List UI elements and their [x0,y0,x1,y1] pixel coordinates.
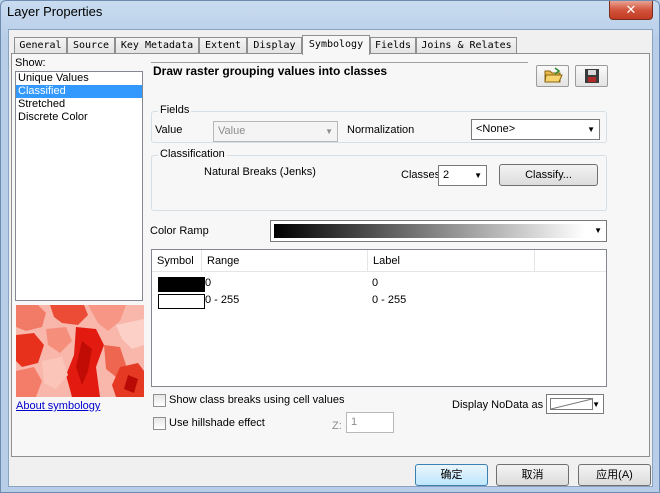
list-item-unique-values[interactable]: Unique Values [16,72,142,85]
classes-label: Classes [401,169,441,181]
show-label: Show: [15,57,46,69]
classification-method: Natural Breaks (Jenks) [204,166,316,178]
class-table[interactable]: Symbol Range Label 0 0 0 - 255 0 - 255 [151,249,607,387]
label-cell[interactable]: 0 [372,277,378,289]
tab-key-metadata[interactable]: Key Metadata [115,37,199,54]
chevron-down-icon: ▼ [587,125,595,134]
column-label[interactable]: Label [368,250,535,272]
folder-open-icon [544,67,563,83]
table-header: Symbol Range Label [152,250,606,272]
fields-legend: Fields [158,104,192,116]
chevron-down-icon: ▼ [592,400,600,409]
window-title: Layer Properties [7,4,103,19]
nodata-swatch-icon [550,398,593,410]
symbology-panel: Show: Unique Values Classified Stretched… [11,53,650,457]
z-label: Z: [332,420,342,432]
table-row[interactable]: 0 0 [152,276,606,293]
list-item-stretched[interactable]: Stretched [16,98,142,111]
normalization-label: Normalization [347,124,415,136]
tab-display[interactable]: Display [247,37,302,54]
about-symbology-link[interactable]: About symbology [16,400,100,412]
normalization-selected: <None> [476,123,516,135]
range-cell[interactable]: 0 [205,277,211,289]
classify-button[interactable]: Classify... [499,164,598,186]
close-icon[interactable]: ✕ [609,1,653,20]
hillshade-checkbox[interactable] [153,417,166,430]
save-button[interactable] [575,65,608,87]
column-symbol[interactable]: Symbol [152,250,202,272]
classes-select[interactable]: 2 ▼ [438,165,487,186]
range-cell[interactable]: 0 - 255 [205,294,239,306]
tab-symbology[interactable]: Symbology [302,35,370,55]
color-ramp-select[interactable]: ▼ [270,220,607,242]
class-swatch[interactable] [158,294,205,309]
class-swatch[interactable] [158,277,205,292]
label-cell[interactable]: 0 - 255 [372,294,406,306]
z-factor-input: 1 [346,412,394,433]
chevron-down-icon: ▼ [325,127,333,136]
layer-properties-window: Layer Properties ✕ General Source Key Me… [0,0,660,493]
tab-fields[interactable]: Fields [370,37,416,54]
apply-button[interactable]: 应用(A) [578,464,651,486]
list-item-classified[interactable]: Classified [16,85,142,98]
show-class-breaks-checkbox[interactable] [153,394,166,407]
cancel-button[interactable]: 取消 [496,464,569,486]
dialog-body: General Source Key Metadata Extent Displ… [8,29,653,487]
tab-source[interactable]: Source [67,37,115,54]
tab-general[interactable]: General [14,37,67,54]
tab-joins-relates[interactable]: Joins & Relates [416,37,517,54]
floppy-disk-icon [585,69,599,83]
hillshade-label: Use hillshade effect [169,417,265,429]
tab-extent[interactable]: Extent [199,37,247,54]
color-ramp-label: Color Ramp [150,225,209,237]
color-ramp-gradient [274,224,585,238]
symbology-preview-image [16,305,144,397]
open-button[interactable] [536,65,569,87]
value-label: Value [155,124,183,136]
ok-button[interactable]: 确定 [415,464,488,486]
classification-legend: Classification [158,148,227,160]
renderer-list[interactable]: Unique Values Classified Stretched Discr… [15,71,143,301]
nodata-label: Display NoData as [452,399,544,411]
value-field-select: Value ▼ [213,121,338,142]
chevron-down-icon: ▼ [474,171,482,180]
list-item-discrete-color[interactable]: Discrete Color [16,111,142,124]
chevron-down-icon: ▼ [594,226,602,235]
classes-selected: 2 [443,169,450,181]
column-range[interactable]: Range [202,250,368,272]
table-row[interactable]: 0 - 255 0 - 255 [152,293,606,310]
renderer-heading: Draw raster grouping values into classes [151,62,528,84]
value-field-selected: Value [218,125,246,137]
show-class-breaks-label: Show class breaks using cell values [169,394,345,406]
normalization-select[interactable]: <None> ▼ [471,119,600,140]
nodata-color-select[interactable]: ▼ [546,394,604,414]
